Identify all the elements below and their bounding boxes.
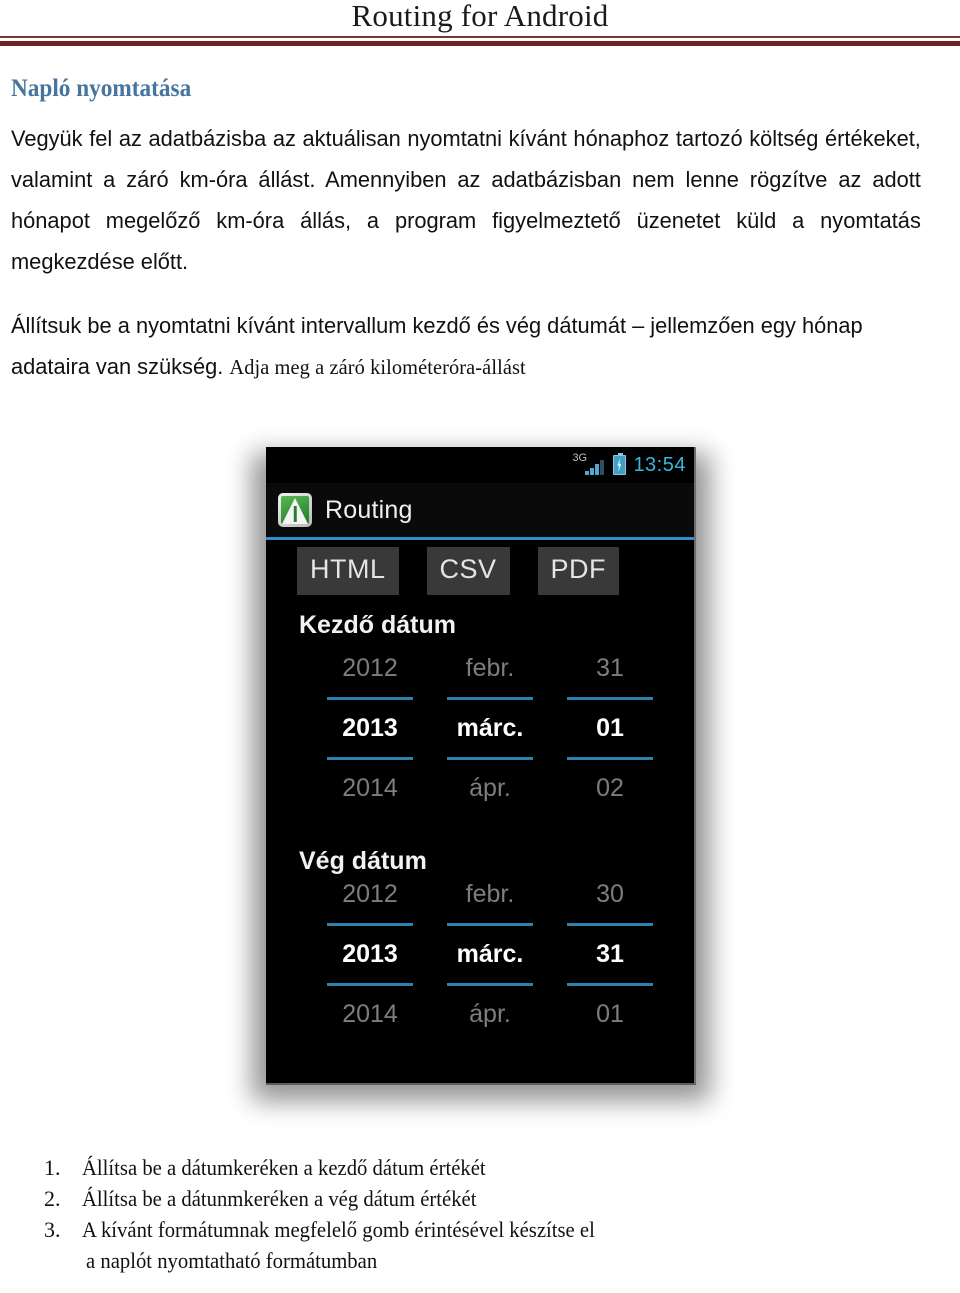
signal-bars-icon: 3G xyxy=(572,453,606,477)
start-day-prev[interactable]: 31 xyxy=(550,643,670,693)
wheel-divider xyxy=(447,923,533,926)
export-format-buttons: HTML CSV PDF xyxy=(297,547,620,595)
start-date-label: Kezdő dátum xyxy=(299,611,456,639)
wheel-divider xyxy=(447,757,533,760)
start-year-prev[interactable]: 2012 xyxy=(310,643,430,693)
paragraph-interval-tail: Adja meg a záró kilométeróra-állást xyxy=(229,355,526,379)
wheel-divider xyxy=(447,983,533,986)
paragraph-intro: Vegyük fel az adatbázisba az aktuálisan … xyxy=(11,126,921,274)
wheel-divider xyxy=(567,983,653,986)
action-bar-accent-line xyxy=(266,537,694,540)
start-month-selected[interactable]: márc. xyxy=(430,703,550,753)
list-item: 1. Állítsa be a dátumkeréken a kezdő dát… xyxy=(44,1152,924,1183)
end-year-next[interactable]: 2014 xyxy=(310,989,430,1039)
step-text: A kívánt formátumnak megfelelő gomb érin… xyxy=(82,1217,595,1242)
end-month-next[interactable]: ápr. xyxy=(430,989,550,1039)
start-month-next[interactable]: ápr. xyxy=(430,763,550,813)
start-month-wheel[interactable]: febr. márc. ápr. xyxy=(430,643,550,813)
step-number: 1. xyxy=(44,1155,61,1180)
csv-export-button[interactable]: CSV xyxy=(426,547,510,595)
end-month-wheel[interactable]: febr. márc. ápr. xyxy=(430,869,550,1039)
app-title: Routing xyxy=(325,495,413,524)
pdf-export-button[interactable]: PDF xyxy=(537,547,620,595)
step-number: 3. xyxy=(44,1217,61,1242)
end-date-picker[interactable]: 2012 2013 2014 febr. márc. ápr. 30 31 01 xyxy=(310,869,670,1039)
android-screenshot: 3G 13:54 Routing HTML CSV PDF Kezdő dátu… xyxy=(252,447,710,1101)
start-year-selected[interactable]: 2013 xyxy=(310,703,430,753)
wheel-divider xyxy=(327,697,413,700)
end-month-selected[interactable]: márc. xyxy=(430,929,550,979)
signal-strength-bars xyxy=(585,460,604,475)
wheel-divider xyxy=(327,923,413,926)
list-item: 2. Állítsa be a dátunmkeréken a vég dátu… xyxy=(44,1183,924,1214)
step-number: 2. xyxy=(44,1186,61,1211)
wheel-divider xyxy=(447,697,533,700)
section-heading: Napló nyomtatása xyxy=(11,75,192,102)
start-month-prev[interactable]: febr. xyxy=(430,643,550,693)
list-item: 3. A kívánt formátumnak megfelelő gomb é… xyxy=(44,1214,924,1245)
steps-list: 1. Állítsa be a dátumkeréken a kezdő dát… xyxy=(44,1152,924,1276)
end-year-wheel[interactable]: 2012 2013 2014 xyxy=(310,869,430,1039)
wheel-divider xyxy=(567,697,653,700)
end-day-next[interactable]: 01 xyxy=(550,989,670,1039)
html-export-button[interactable]: HTML xyxy=(297,547,399,595)
page-title: Routing for Android xyxy=(351,0,609,33)
step-text-continuation: a naplót nyomtatható formátumban xyxy=(86,1248,378,1273)
step-text: Állítsa be a dátunmkeréken a vég dátum é… xyxy=(82,1186,477,1211)
routing-app-icon xyxy=(278,493,312,527)
header-rule-thick xyxy=(0,41,960,46)
end-day-prev[interactable]: 30 xyxy=(550,869,670,919)
end-day-selected[interactable]: 31 xyxy=(550,929,670,979)
paragraph-interval: Állítsuk be a nyomtatni kívánt intervall… xyxy=(11,305,921,388)
action-bar: Routing xyxy=(266,483,694,537)
wheel-divider xyxy=(327,983,413,986)
wheel-divider xyxy=(567,923,653,926)
step-text: Állítsa be a dátumkeréken a kezdő dátum … xyxy=(82,1155,486,1180)
phone-screen: 3G 13:54 Routing HTML CSV PDF Kezdő dátu… xyxy=(266,447,696,1085)
document-header: Routing for Android xyxy=(0,0,960,48)
battery-charging-icon xyxy=(613,452,627,475)
start-day-next[interactable]: 02 xyxy=(550,763,670,813)
header-rule-thin xyxy=(0,36,960,38)
start-day-selected[interactable]: 01 xyxy=(550,703,670,753)
start-year-next[interactable]: 2014 xyxy=(310,763,430,813)
start-year-wheel[interactable]: 2012 2013 2014 xyxy=(310,643,430,813)
end-year-prev[interactable]: 2012 xyxy=(310,869,430,919)
status-bar: 3G 13:54 xyxy=(266,447,694,483)
start-date-picker[interactable]: 2012 2013 2014 febr. márc. ápr. 31 01 02 xyxy=(310,643,670,813)
status-bar-right-cluster: 3G 13:54 xyxy=(572,447,686,483)
start-day-wheel[interactable]: 31 01 02 xyxy=(550,643,670,813)
end-day-wheel[interactable]: 30 31 01 xyxy=(550,869,670,1039)
status-bar-clock: 13:54 xyxy=(633,453,686,476)
wheel-divider xyxy=(567,757,653,760)
wheel-divider xyxy=(327,757,413,760)
end-year-selected[interactable]: 2013 xyxy=(310,929,430,979)
end-month-prev[interactable]: febr. xyxy=(430,869,550,919)
